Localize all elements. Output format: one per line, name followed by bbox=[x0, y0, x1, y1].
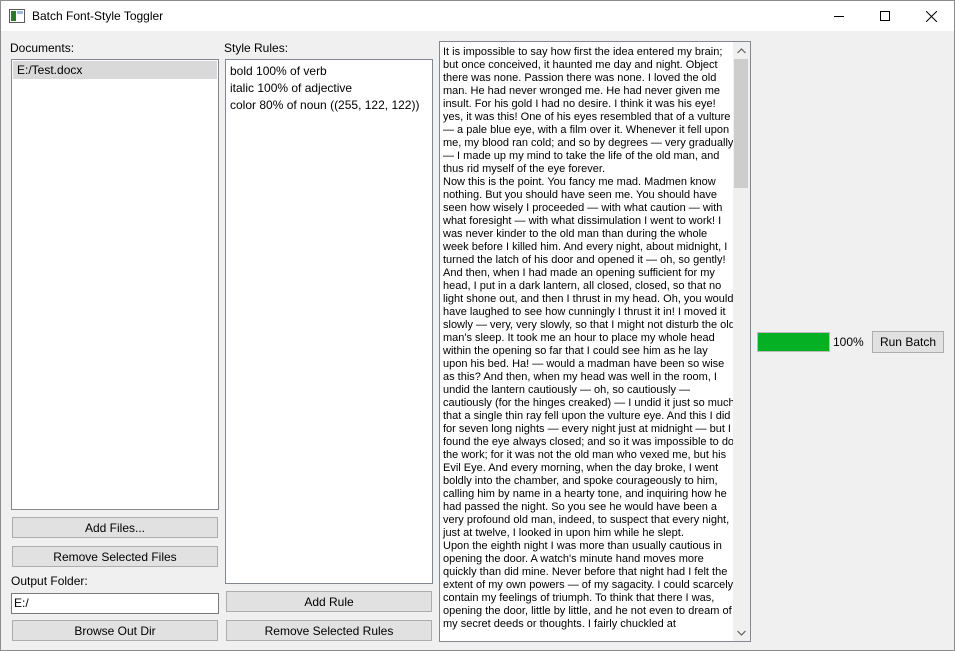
style-rules-list[interactable]: bold 100% of verb italic 100% of adjecti… bbox=[225, 59, 433, 584]
add-files-button[interactable]: Add Files... bbox=[12, 517, 218, 538]
progress-fill bbox=[758, 333, 829, 351]
minimize-icon bbox=[834, 16, 844, 17]
output-folder-label: Output Folder: bbox=[11, 574, 88, 588]
progress-bar bbox=[757, 332, 830, 352]
preview-text: It is impossible to say how first the id… bbox=[443, 46, 735, 631]
list-item[interactable]: E:/Test.docx bbox=[13, 61, 217, 79]
list-item[interactable]: color 80% of noun ((255, 122, 122)) bbox=[226, 97, 432, 114]
scroll-down-button[interactable] bbox=[733, 624, 750, 641]
run-batch-button[interactable]: Run Batch bbox=[872, 331, 944, 353]
remove-selected-rules-button[interactable]: Remove Selected Rules bbox=[226, 620, 432, 641]
close-icon bbox=[925, 10, 937, 22]
app-window-icon bbox=[9, 9, 25, 23]
progress-percent: 100% bbox=[833, 335, 864, 349]
preview-paragraph: Now this is the point. You fancy me mad.… bbox=[443, 176, 735, 539]
list-item[interactable]: italic 100% of adjective bbox=[226, 80, 432, 97]
add-rule-button[interactable]: Add Rule bbox=[226, 591, 432, 612]
title-bar: Batch Font-Style Toggler bbox=[1, 1, 954, 31]
browse-out-dir-button[interactable]: Browse Out Dir bbox=[12, 620, 218, 641]
window-title: Batch Font-Style Toggler bbox=[32, 9, 164, 23]
maximize-icon bbox=[880, 11, 890, 21]
preview-scrollbar[interactable] bbox=[733, 42, 750, 641]
maximize-button[interactable] bbox=[862, 1, 908, 31]
scroll-up-button[interactable] bbox=[733, 42, 750, 59]
documents-label: Documents: bbox=[10, 41, 75, 55]
remove-selected-files-button[interactable]: Remove Selected Files bbox=[12, 546, 218, 567]
document-preview[interactable]: It is impossible to say how first the id… bbox=[439, 41, 751, 642]
minimize-button[interactable] bbox=[816, 1, 862, 31]
scroll-thumb[interactable] bbox=[734, 59, 748, 188]
preview-paragraph: It is impossible to say how first the id… bbox=[443, 46, 734, 175]
preview-paragraph: Upon the eighth night I was more than us… bbox=[443, 540, 734, 630]
chevron-down-icon bbox=[737, 630, 746, 636]
list-item[interactable]: bold 100% of verb bbox=[226, 63, 432, 80]
main-window: Batch Font-Style Toggler Documents: E:/T… bbox=[0, 0, 955, 651]
output-folder-input[interactable]: E:/ bbox=[11, 593, 219, 614]
style-rules-label: Style Rules: bbox=[224, 41, 289, 55]
documents-list[interactable]: E:/Test.docx bbox=[11, 59, 219, 510]
close-button[interactable] bbox=[908, 1, 954, 31]
chevron-up-icon bbox=[737, 47, 746, 53]
